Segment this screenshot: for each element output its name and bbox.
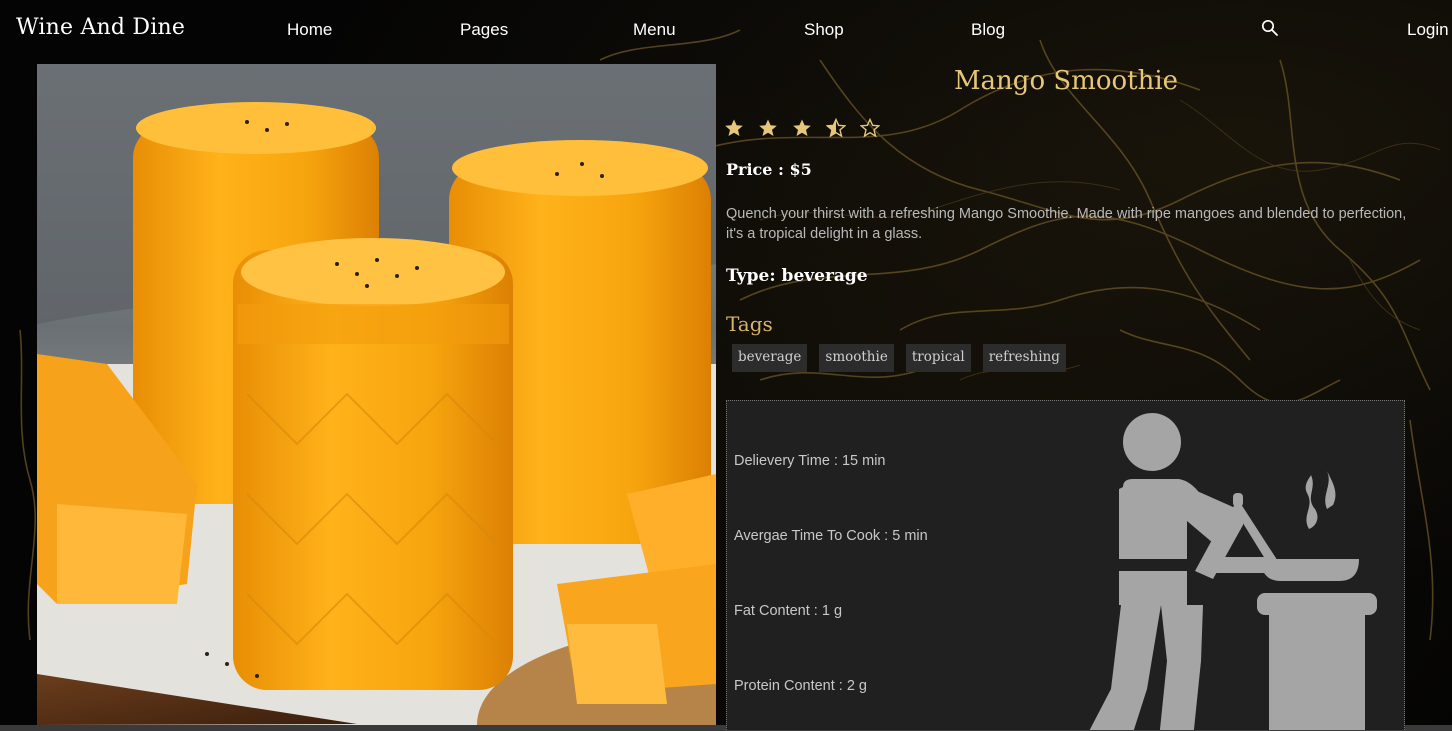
tag-refreshing[interactable]: refreshing bbox=[982, 344, 1066, 372]
product-title: Mango Smoothie bbox=[953, 66, 1179, 96]
nav-pages[interactable]: Pages bbox=[460, 20, 508, 40]
nav-home[interactable]: Home bbox=[287, 20, 332, 40]
nav-menu[interactable]: Menu bbox=[633, 20, 676, 40]
star-full-icon bbox=[759, 119, 777, 136]
tag-list: beverage smoothie tropical refreshing bbox=[732, 344, 1066, 372]
info-card: Delievery Time : 15 min Avergae Time To … bbox=[726, 400, 1405, 730]
chef-cooking-icon bbox=[1089, 413, 1377, 730]
search-icon[interactable] bbox=[1261, 19, 1279, 37]
navbar: Wine And Dine Home Pages Menu Shop Blog … bbox=[0, 0, 1452, 60]
tag-tropical[interactable]: tropical bbox=[905, 344, 971, 372]
rating-stars bbox=[724, 118, 880, 138]
brand-logo[interactable]: Wine And Dine bbox=[16, 15, 185, 40]
product-type: Type: beverage bbox=[726, 266, 868, 286]
star-full-icon bbox=[793, 119, 811, 136]
nav-shop[interactable]: Shop bbox=[804, 20, 844, 40]
product-price: Price : $5 bbox=[726, 160, 812, 179]
tags-heading: Tags bbox=[726, 312, 773, 336]
star-half-icon bbox=[826, 118, 846, 138]
fat-content: Fat Content : 1 g bbox=[734, 603, 843, 619]
delivery-time: Delievery Time : 15 min bbox=[734, 453, 886, 469]
star-empty-icon bbox=[860, 118, 880, 138]
protein-content: Protein Content : 2 g bbox=[734, 678, 867, 694]
product-description: Quench your thirst with a refreshing Man… bbox=[726, 206, 1407, 242]
product-image bbox=[37, 64, 716, 725]
tag-smoothie[interactable]: smoothie bbox=[819, 344, 894, 372]
nav-blog[interactable]: Blog bbox=[971, 20, 1005, 40]
cook-time: Avergae Time To Cook : 5 min bbox=[734, 528, 928, 544]
star-full-icon bbox=[725, 119, 743, 136]
tag-beverage[interactable]: beverage bbox=[732, 344, 808, 372]
login-link[interactable]: Login bbox=[1407, 20, 1449, 40]
